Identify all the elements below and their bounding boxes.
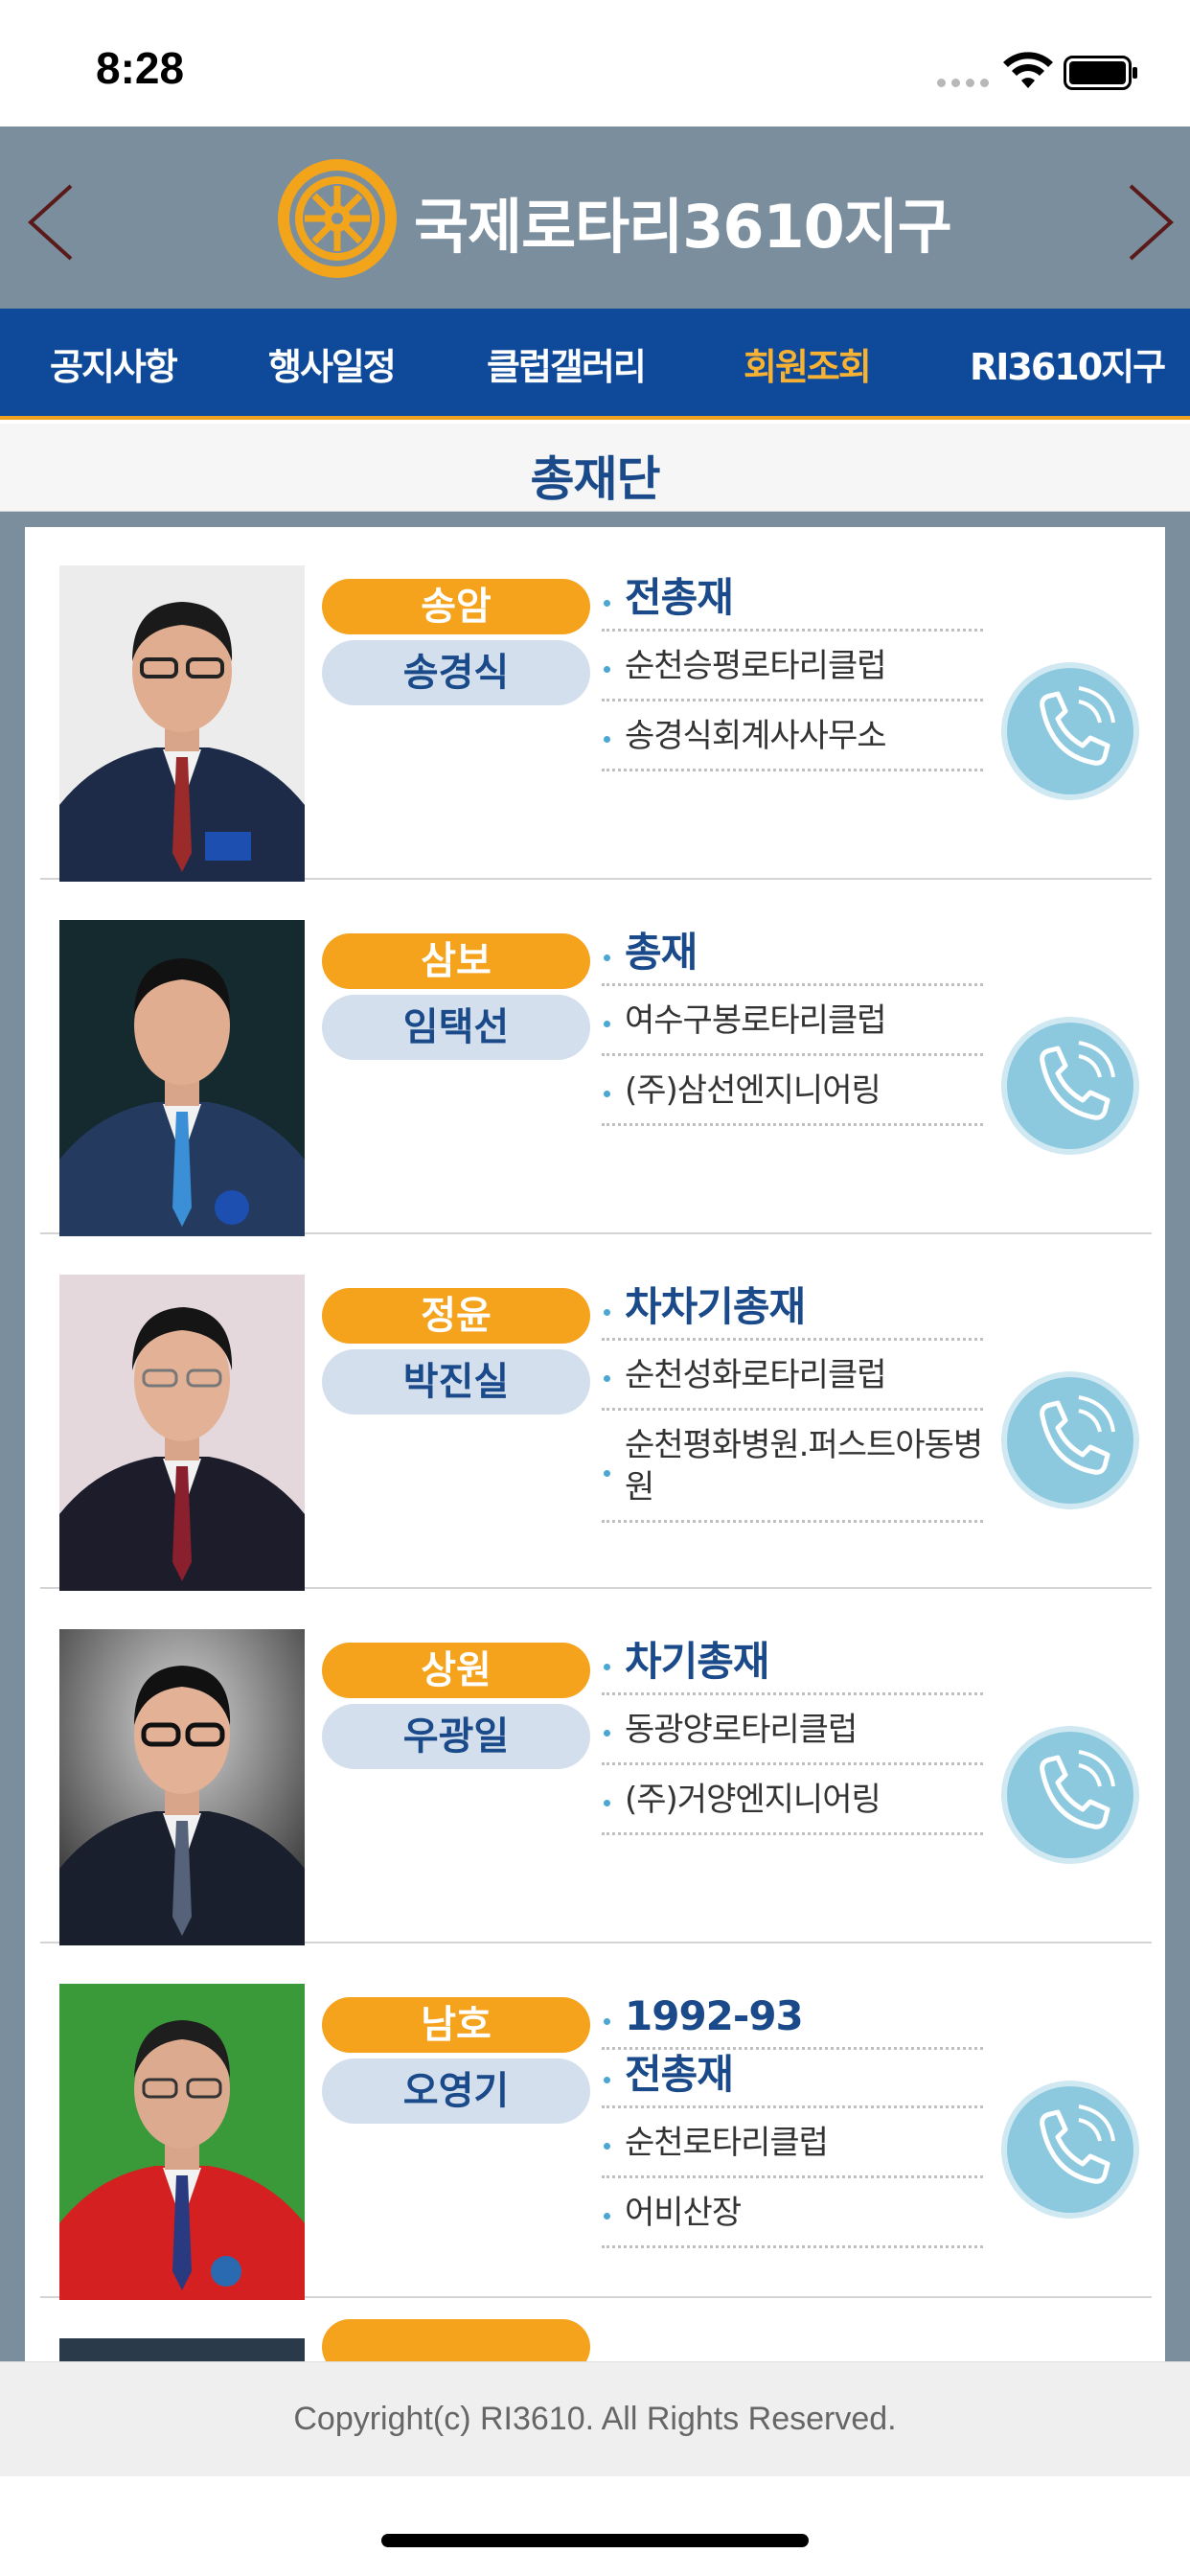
member-pen-name: 송암: [322, 579, 590, 634]
member-photo: [59, 565, 305, 882]
member-company: (주)삼선엔지니어링: [602, 1056, 983, 1126]
menu-item-notices[interactable]: 공지사항: [50, 337, 178, 390]
member-club: 동광양로타리클럽: [602, 1695, 983, 1765]
member-club: 순천승평로타리클럽: [602, 632, 983, 702]
member-role: 전총재: [602, 2050, 983, 2108]
member-name: 송경식: [322, 640, 590, 705]
member-pen-name: 정윤: [322, 1288, 590, 1344]
member-name: 우광일: [322, 1704, 590, 1769]
member-info: 전총재 순천승평로타리클럽 송경식회계사사무소: [602, 573, 983, 771]
app-header: 국제로타리3610지구: [0, 126, 1190, 309]
home-indicator[interactable]: [381, 2534, 809, 2547]
member-row: 남호 오영기 1992-93 전총재 순천로타리클럽 어비산장: [40, 1945, 1152, 2300]
battery-icon: [1064, 56, 1137, 90]
member-info: 차기총재 동광양로타리클럽 (주)거양엔지니어링: [602, 1637, 983, 1835]
member-row: [40, 2300, 1152, 2361]
phone-call-button[interactable]: [998, 2078, 1142, 2221]
member-list-frame: 송암 송경식 전총재 순천승평로타리클럽 송경식회계사사무소 삼보 임택선 총재…: [0, 512, 1190, 2361]
member-company: 순천평화병원.퍼스트아동병원: [602, 1411, 983, 1523]
member-role: 차차기총재: [602, 1282, 983, 1341]
member-photo: [59, 2338, 305, 2361]
menu-item-events[interactable]: 행사일정: [268, 337, 397, 390]
main-menu: 공지사항 행사일정 클럽갤러리 회원조회 RI3610지구: [0, 309, 1190, 420]
member-pen-name: 삼보: [322, 933, 590, 989]
phone-call-button[interactable]: [998, 659, 1142, 803]
phone-call-button[interactable]: [998, 1723, 1142, 1867]
copyright-text: Copyright(c) RI3610. All Rights Reserved…: [293, 2401, 897, 2437]
member-row: 상원 우광일 차기총재 동광양로타리클럽 (주)거양엔지니어링: [40, 1591, 1152, 1945]
member-row: 삼보 임택선 총재 여수구봉로타리클럽 (주)삼선엔지니어링: [40, 882, 1152, 1236]
member-row: 송암 송경식 전총재 순천승평로타리클럽 송경식회계사사무소: [40, 527, 1152, 882]
member-name: 임택선: [322, 995, 590, 1060]
footer: Copyright(c) RI3610. All Rights Reserved…: [0, 2361, 1190, 2476]
member-club: 순천성화로타리클럽: [602, 1341, 983, 1411]
member-company: 송경식회계사사무소: [602, 702, 983, 771]
status-time: 8:28: [96, 43, 185, 93]
member-name: 오영기: [322, 2058, 590, 2124]
member-pen-name: [322, 2319, 590, 2361]
rotary-wheel-logo: [278, 159, 397, 278]
member-photo: [59, 920, 305, 1236]
member-role: 차기총재: [602, 1637, 983, 1695]
member-row: 정윤 박진실 차차기총재 순천성화로타리클럽 순천평화병원.퍼스트아동병원: [40, 1236, 1152, 1591]
menu-item-club-gallery[interactable]: 클럽갤러리: [487, 337, 647, 390]
member-role: 전총재: [602, 573, 983, 632]
member-info: 1992-93 전총재 순천로타리클럽 어비산장: [602, 1991, 983, 2248]
chevron-left-icon[interactable]: [17, 172, 103, 268]
member-list: 송암 송경식 전총재 순천승평로타리클럽 송경식회계사사무소 삼보 임택선 총재…: [25, 527, 1165, 2361]
menu-item-member-search[interactable]: 회원조회: [744, 337, 872, 390]
member-pen-name: 상원: [322, 1643, 590, 1698]
wifi-icon: [1003, 52, 1053, 88]
phone-call-button[interactable]: [998, 1014, 1142, 1158]
chevron-right-icon[interactable]: [1098, 172, 1184, 268]
member-info: 차차기총재 순천성화로타리클럽 순천평화병원.퍼스트아동병원: [602, 1282, 983, 1523]
phone-call-button[interactable]: [998, 1368, 1142, 1512]
section-title: 총재단: [530, 451, 661, 507]
menu-item-district[interactable]: RI3610지구: [970, 337, 1166, 390]
member-company: (주)거양엔지니어링: [602, 1765, 983, 1835]
member-photo: [59, 1629, 305, 1945]
member-club: 순천로타리클럽: [602, 2108, 983, 2178]
member-company: 어비산장: [602, 2178, 983, 2248]
member-pen-name: 남호: [322, 1997, 590, 2053]
section-header: 총재단: [0, 424, 1190, 512]
member-name: 박진실: [322, 1349, 590, 1414]
member-photo: [59, 1984, 305, 2300]
status-bar: 8:28: [0, 0, 1190, 126]
member-photo: [59, 1275, 305, 1591]
member-role: 총재: [602, 928, 983, 986]
member-club: 여수구봉로타리클럽: [602, 986, 983, 1056]
header-title: 국제로타리3610지구: [414, 192, 952, 262]
cellular-signal-icon: [937, 79, 989, 87]
member-info: 총재 여수구봉로타리클럽 (주)삼선엔지니어링: [602, 928, 983, 1126]
member-term: 1992-93: [602, 1991, 983, 2050]
